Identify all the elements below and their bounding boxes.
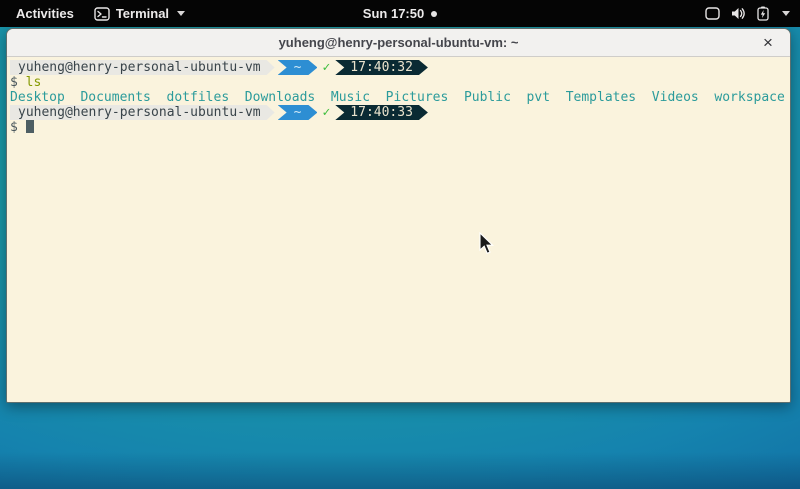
prompt-status-check-icon: ✓ [322,105,330,120]
shell-prompt-char: $ [10,75,18,90]
directory-listing: Desktop Documents dotfiles Downloads Mus… [10,90,790,105]
prompt-line-2: yuheng@henry-personal-ubuntu-vm ~ ✓ 17:4… [10,105,790,120]
battery-charging-icon [757,6,769,21]
prompt-cwd-segment: ~ [278,60,318,75]
screen-share-icon [705,7,720,20]
command-line: $ ls [10,75,790,90]
volume-icon [731,7,746,20]
window-titlebar[interactable]: yuheng@henry-personal-ubuntu-vm: ~ × [7,29,790,57]
prompt-status-check-icon: ✓ [322,60,330,75]
shell-prompt-char: $ [10,120,18,135]
terminal-icon [94,7,110,21]
clock-button[interactable]: Sun 17:50 [363,6,437,21]
chevron-down-icon [177,11,185,16]
clock-label: Sun 17:50 [363,6,424,21]
app-menu-terminal[interactable]: Terminal [94,6,185,21]
prompt-user-host: yuheng@henry-personal-ubuntu-vm [10,60,275,75]
prompt-line-1: yuheng@henry-personal-ubuntu-vm ~ ✓ 17:4… [10,60,790,75]
top-bar: Activities Terminal Sun 17:50 [0,0,800,27]
prompt-user-host: yuheng@henry-personal-ubuntu-vm [10,105,275,120]
top-bar-center: Sun 17:50 [363,6,437,21]
close-button[interactable]: × [756,31,780,55]
system-status-area[interactable] [437,6,800,21]
chevron-down-icon [782,11,790,16]
text-cursor [26,120,34,133]
terminal-content[interactable]: yuheng@henry-personal-ubuntu-vm ~ ✓ 17:4… [7,57,790,403]
app-menu-label: Terminal [116,6,169,21]
desktop: Activities Terminal Sun 17:50 [0,0,800,489]
activities-button[interactable]: Activities [10,2,80,25]
typed-command: ls [26,75,42,90]
prompt-cwd-segment: ~ [278,105,318,120]
prompt-time-segment: 17:40:32 [335,60,428,75]
top-bar-left: Activities Terminal [0,2,363,25]
input-line[interactable]: $ [10,120,790,135]
wallpaper: yuheng@henry-personal-ubuntu-vm: ~ × yuh… [0,27,800,489]
prompt-time-segment: 17:40:33 [335,105,428,120]
terminal-window: yuheng@henry-personal-ubuntu-vm: ~ × yuh… [6,28,791,403]
window-title: yuheng@henry-personal-ubuntu-vm: ~ [279,35,519,50]
